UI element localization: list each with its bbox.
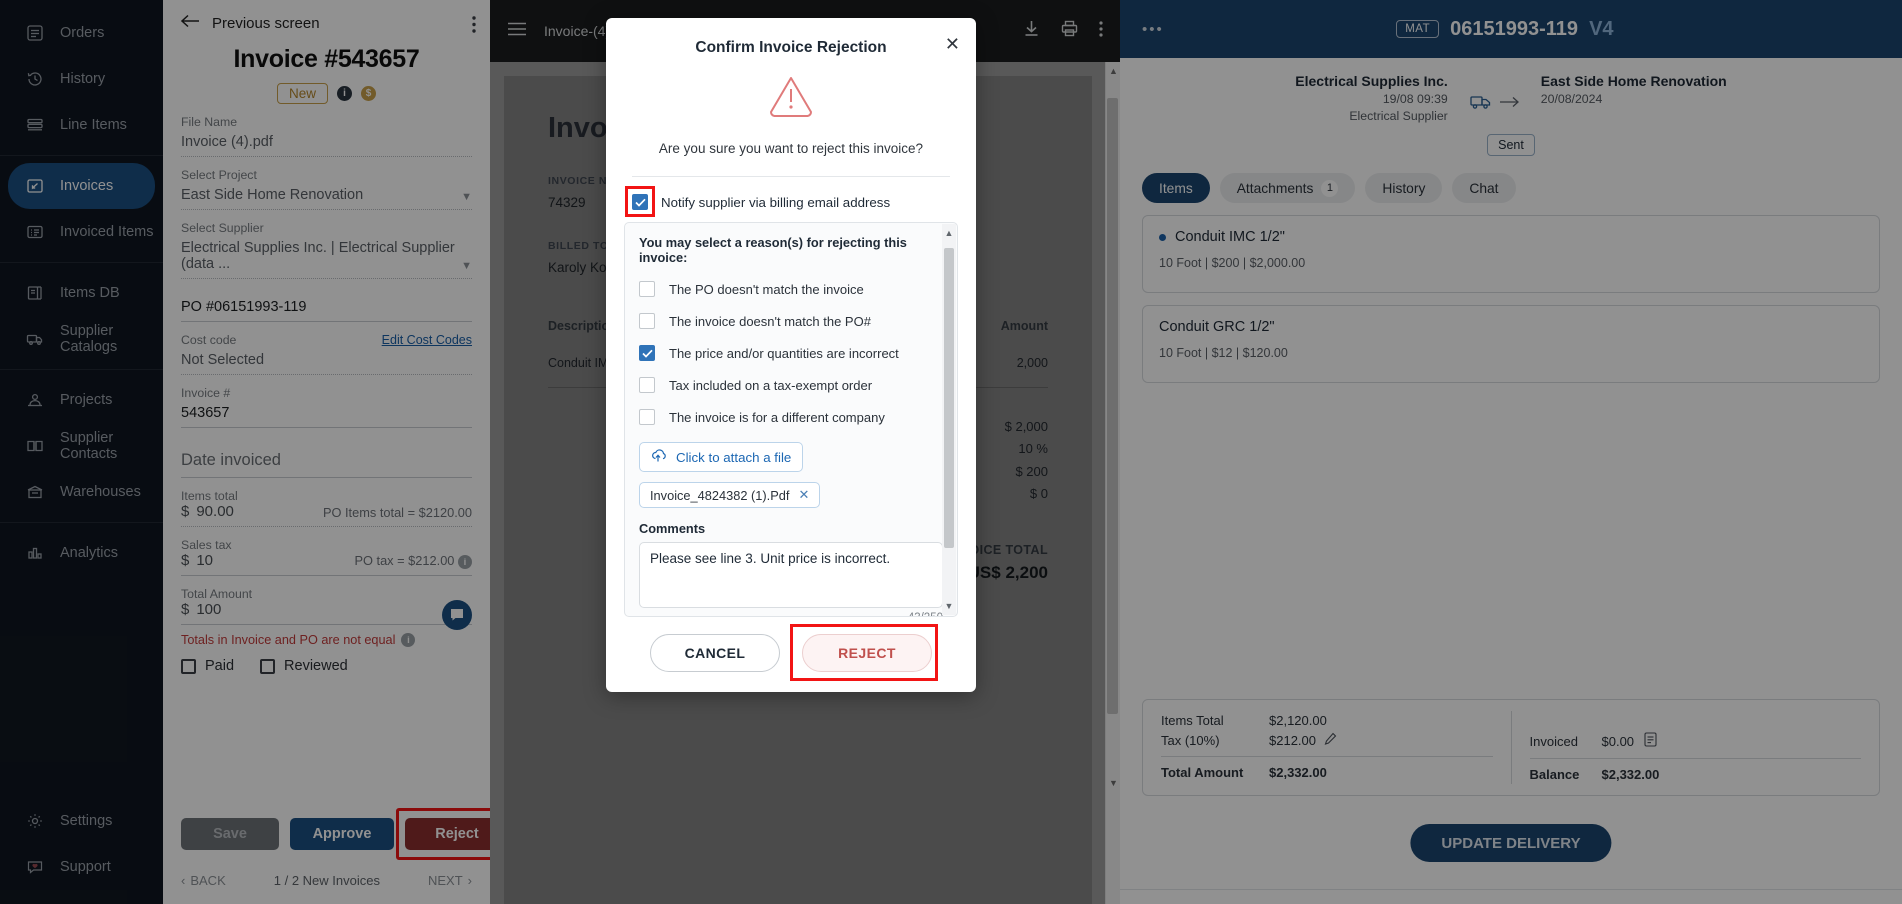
reasons-title: You may select a reason(s) for rejecting… <box>639 235 907 265</box>
attached-file-name: Invoice_4824382 (1).Pdf <box>650 487 790 503</box>
rejection-reasons-content: You may select a reason(s) for rejecting… <box>625 223 957 616</box>
reason-different-company[interactable]: The invoice is for a different company <box>639 409 943 425</box>
reason-label: The PO doesn't match the invoice <box>669 281 864 297</box>
comments-label: Comments <box>639 521 706 536</box>
notify-supplier-label: Notify supplier via billing email addres… <box>661 194 891 210</box>
attach-file-button[interactable]: Click to attach a file <box>639 442 804 472</box>
rejection-reasons-panel: You may select a reason(s) for rejecting… <box>624 222 958 617</box>
scroll-up-icon[interactable]: ▲ <box>942 224 956 242</box>
reason-label: The price and/or quantities are incorrec… <box>669 345 899 361</box>
reject-confirm-button[interactable]: REJECT <box>802 634 932 672</box>
reason-label: The invoice is for a different company <box>669 409 885 425</box>
reason-label: The invoice doesn't match the PO# <box>669 313 871 329</box>
reason-invoice-doesnt-match-po[interactable]: The invoice doesn't match the PO# <box>639 313 943 329</box>
modal-divider <box>632 176 950 177</box>
attached-file-chip: Invoice_4824382 (1).Pdf ✕ <box>639 482 821 508</box>
checkbox-box <box>639 409 655 425</box>
comments-input[interactable]: Please see line 3. Unit price is incorre… <box>639 542 943 608</box>
reason-label: Tax included on a tax-exempt order <box>669 377 873 393</box>
cloud-upload-icon <box>651 448 668 466</box>
confirm-rejection-dialog: Confirm Invoice Rejection ✕ Are you sure… <box>606 18 976 692</box>
notify-supplier-checkbox[interactable]: Notify supplier via billing email addres… <box>625 186 976 217</box>
modal-title: Confirm Invoice Rejection <box>695 39 887 56</box>
checkbox-checked-icon <box>632 194 648 210</box>
reasons-scrollbar[interactable]: ▲ ▼ <box>942 224 956 615</box>
checkbox-box <box>639 377 655 393</box>
cancel-button[interactable]: CANCEL <box>650 634 780 672</box>
remove-file-icon[interactable]: ✕ <box>798 487 809 503</box>
reason-price-quantities-incorrect[interactable]: The price and/or quantities are incorrec… <box>639 345 943 361</box>
modal-question: Are you sure you want to reject this inv… <box>658 141 924 156</box>
checkbox-box <box>639 281 655 297</box>
reason-po-doesnt-match-invoice[interactable]: The PO doesn't match the invoice <box>639 281 943 297</box>
reasons-scroll-thumb[interactable] <box>944 248 954 548</box>
modal-footer: CANCEL REJECT <box>606 617 976 692</box>
attach-file-label: Click to attach a file <box>676 449 792 465</box>
reason-tax-on-exempt-order[interactable]: Tax included on a tax-exempt order <box>639 377 943 393</box>
close-icon[interactable]: ✕ <box>945 35 960 53</box>
warning-triangle-icon <box>767 74 815 123</box>
checkbox-box <box>639 313 655 329</box>
modal-header: Confirm Invoice Rejection ✕ <box>606 18 976 65</box>
checkbox-checked-icon <box>639 345 655 361</box>
scroll-down-icon[interactable]: ▼ <box>942 597 956 615</box>
